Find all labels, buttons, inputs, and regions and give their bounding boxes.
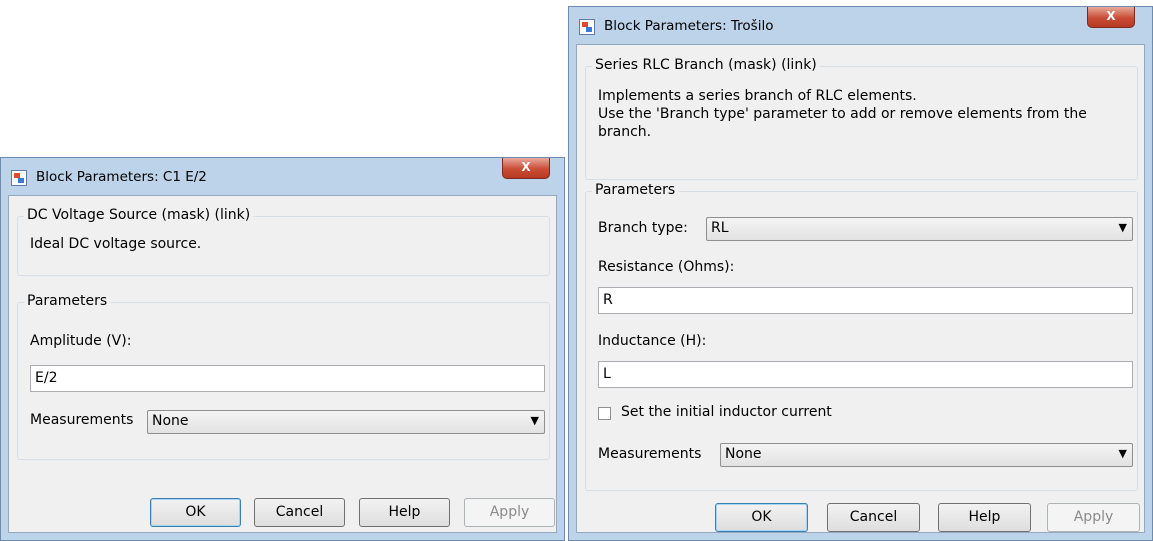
ok-button[interactable]: OK bbox=[715, 503, 808, 532]
resistance-input[interactable]: R bbox=[598, 287, 1133, 314]
cancel-button[interactable]: Cancel bbox=[254, 498, 345, 527]
title-bar[interactable]: Block Parameters: C1 E/2 X bbox=[1, 158, 564, 196]
chevron-down-icon: ▼ bbox=[530, 414, 539, 427]
measurements-value: None bbox=[152, 413, 189, 429]
dialog-series-rlc-branch: Block Parameters: Trošilo X Series RLC B… bbox=[568, 6, 1153, 541]
resistance-label: Resistance (Ohms): bbox=[598, 259, 735, 275]
branch-type-select[interactable]: RL ▼ bbox=[706, 217, 1133, 241]
inductance-input[interactable]: L bbox=[598, 361, 1133, 388]
measurements-label: Measurements bbox=[30, 412, 134, 428]
help-button[interactable]: Help bbox=[938, 503, 1031, 532]
branch-type-label: Branch type: bbox=[598, 220, 688, 236]
dialog-client-area: DC Voltage Source (mask) (link) Ideal DC… bbox=[8, 195, 557, 533]
mask-group-label: Series RLC Branch (mask) (link) bbox=[592, 57, 820, 73]
apply-button[interactable]: Apply bbox=[464, 498, 555, 527]
measurements-label: Measurements bbox=[598, 446, 702, 462]
ok-button[interactable]: OK bbox=[150, 498, 241, 527]
cancel-button[interactable]: Cancel bbox=[827, 503, 920, 532]
apply-button[interactable]: Apply bbox=[1047, 503, 1140, 532]
initial-current-label[interactable]: Set the initial inductor current bbox=[621, 404, 832, 420]
dialog-client-area: Series RLC Branch (mask) (link) Implemen… bbox=[576, 44, 1145, 533]
mask-group-label: DC Voltage Source (mask) (link) bbox=[24, 207, 254, 223]
measurements-value: None bbox=[725, 446, 762, 462]
branch-type-value: RL bbox=[711, 220, 729, 236]
amplitude-label: Amplitude (V): bbox=[30, 333, 132, 349]
initial-current-checkbox[interactable] bbox=[598, 407, 611, 420]
title-bar[interactable]: Block Parameters: Trošilo X bbox=[569, 7, 1152, 45]
inductance-label: Inductance (H): bbox=[598, 333, 707, 349]
mask-description-line-2: Use the 'Branch type' parameter to add o… bbox=[598, 106, 1087, 122]
measurements-select[interactable]: None ▼ bbox=[147, 410, 545, 434]
close-button[interactable]: X bbox=[502, 158, 550, 179]
parameters-group-label: Parameters bbox=[592, 182, 679, 198]
chevron-down-icon: ▼ bbox=[1118, 221, 1127, 234]
mask-description-line-3: branch. bbox=[598, 124, 652, 140]
amplitude-input[interactable]: E/2 bbox=[30, 365, 545, 392]
mask-description: Ideal DC voltage source. bbox=[30, 236, 202, 252]
simulink-block-icon bbox=[579, 19, 595, 35]
window-title: Block Parameters: C1 E/2 bbox=[36, 169, 207, 185]
mask-description-group: Series RLC Branch (mask) (link) Implemen… bbox=[585, 57, 1138, 180]
parameters-group: Parameters Amplitude (V): E/2 Measuremen… bbox=[17, 293, 550, 460]
mask-description-line-1: Implements a series branch of RLC elemen… bbox=[598, 88, 917, 104]
mask-description-group: DC Voltage Source (mask) (link) Ideal DC… bbox=[17, 207, 550, 276]
help-button[interactable]: Help bbox=[359, 498, 450, 527]
dialog-dc-voltage-source: Block Parameters: C1 E/2 X DC Voltage So… bbox=[0, 157, 565, 541]
measurements-select[interactable]: None ▼ bbox=[720, 443, 1133, 467]
window-title: Block Parameters: Trošilo bbox=[604, 18, 774, 34]
parameters-group-label: Parameters bbox=[24, 293, 111, 309]
close-button[interactable]: X bbox=[1087, 7, 1135, 28]
simulink-block-icon bbox=[11, 170, 27, 186]
chevron-down-icon: ▼ bbox=[1118, 447, 1127, 460]
parameters-group: Parameters Branch type: RL ▼ Resistance … bbox=[585, 182, 1138, 491]
